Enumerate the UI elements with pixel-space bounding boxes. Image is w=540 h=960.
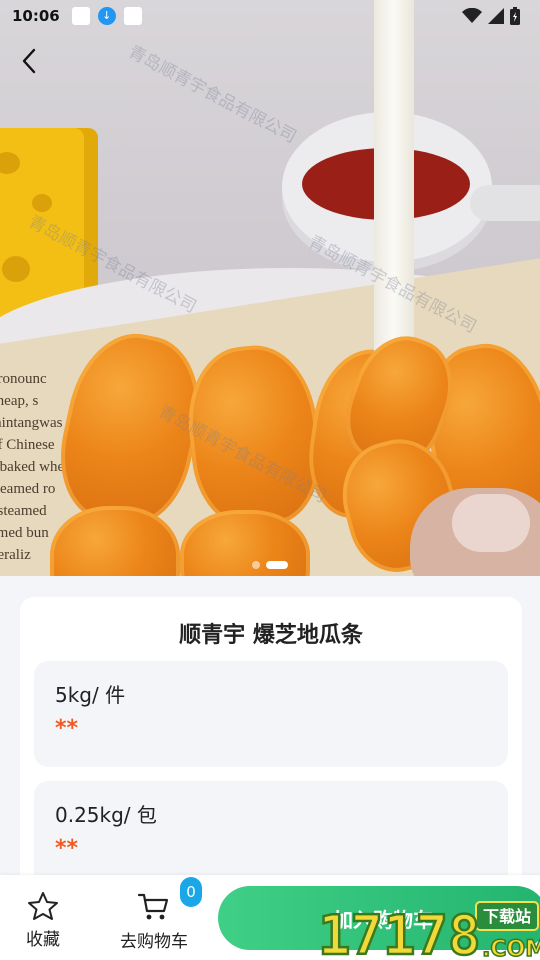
battery-icon (510, 7, 520, 25)
product-title: 顺青宇 爆芝地瓜条 (179, 623, 363, 648)
site-logo-tag: 下载站 (483, 907, 531, 926)
cart-label: 去购物车 (120, 932, 188, 952)
cart-count-badge: 0 (180, 877, 202, 907)
product-image-carousel[interactable]: pronounc cheap, s mintangwas of Chinese … (0, 0, 540, 576)
carousel-dot[interactable] (252, 561, 260, 569)
notification-app-icon (123, 7, 142, 25)
spec-name: 0.25kg/ 包 (55, 803, 157, 827)
shopping-cart-icon (137, 893, 169, 920)
go-to-cart-button[interactable]: 去购物车 (120, 891, 188, 952)
download-notification-icon: ↓ (97, 7, 116, 25)
back-button[interactable] (12, 44, 46, 78)
site-logo-suffix: .COM (482, 937, 540, 960)
star-outline-icon (28, 892, 58, 920)
favorite-label: 收藏 (26, 930, 60, 950)
carousel-indicator (0, 560, 540, 570)
chevron-left-icon (22, 48, 36, 74)
favorite-button[interactable]: 收藏 (26, 891, 60, 950)
notification-app-icon (71, 7, 90, 25)
signal-icon (488, 8, 504, 24)
spec-option[interactable]: 0.25kg/ 包 ** (34, 781, 508, 887)
spec-price: ** (55, 716, 79, 741)
spec-option[interactable]: 5kg/ 件 ** (34, 661, 508, 767)
spec-name: 5kg/ 件 (55, 683, 126, 707)
spec-price: ** (55, 836, 79, 861)
product-detail-screen: pronounc cheap, s mintangwas of Chinese … (0, 0, 540, 960)
status-bar: 10:06 ↓ (0, 0, 540, 32)
status-time: 10:06 (12, 7, 60, 25)
site-logo: 下载站 17178 .COM (317, 901, 540, 960)
product-info-card: 顺青宇 爆芝地瓜条 5kg/ 件 ** 0.25kg/ 包 ** (20, 597, 522, 897)
wifi-icon (462, 8, 482, 23)
watermark: 青岛顺青宇食品有限公司 (125, 41, 300, 148)
carousel-dot-active[interactable] (266, 561, 288, 569)
site-logo-number: 17178 (318, 904, 481, 960)
